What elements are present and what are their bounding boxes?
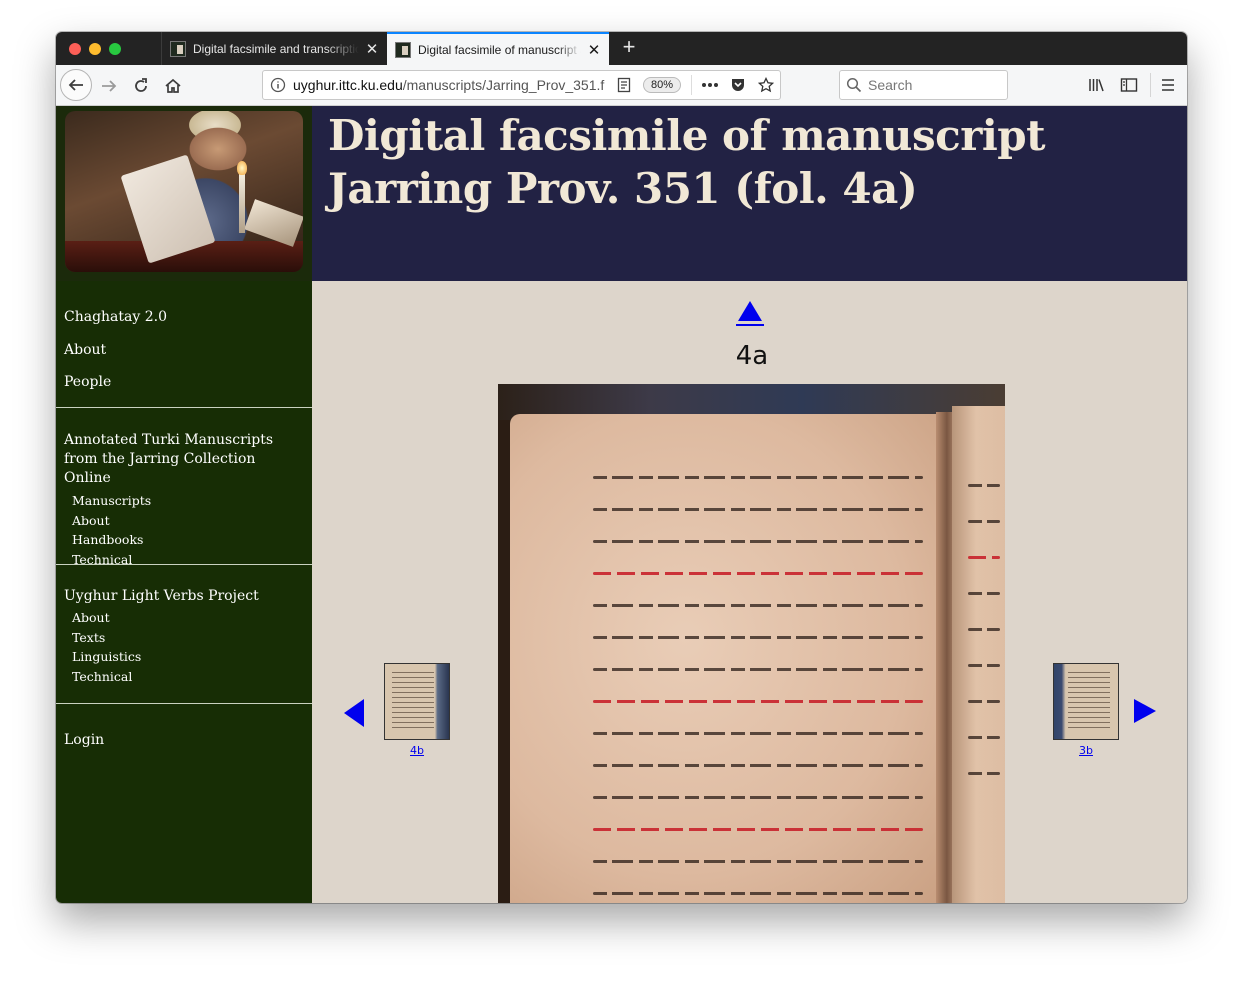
home-button[interactable] <box>158 71 188 101</box>
new-tab-button[interactable]: + <box>618 36 640 60</box>
close-tab-icon[interactable]: ✕ <box>365 40 379 58</box>
sidebar-section-chaghatay: Chaghatay 2.0 About People <box>56 281 312 408</box>
tab-facsimile[interactable]: Digital facsimile of manuscript J ✕ <box>387 32 609 65</box>
sidebar-section-jarring: Annotated Turki Manuscripts from the Jar… <box>56 408 312 567</box>
library-icon <box>1089 79 1104 92</box>
sidebar-toggle-button[interactable] <box>1115 71 1143 99</box>
close-tab-icon[interactable]: ✕ <box>587 41 601 59</box>
sidebar-link-uyghur-about[interactable]: About <box>64 608 304 628</box>
tab-strip: Digital facsimile and transcriptio ✕ Dig… <box>56 32 1187 65</box>
sidebar-heading-uyghur[interactable]: Uyghur Light Verbs Project <box>64 587 304 606</box>
link-underline <box>736 324 764 326</box>
sidebar-link-manuscripts[interactable]: Manuscripts <box>64 491 304 511</box>
sidebar-icon <box>1120 78 1138 92</box>
page-title: Digital facsimile of manuscript Jarring … <box>328 111 1046 213</box>
sidebar-section-uyghur: Uyghur Light Verbs Project About Texts L… <box>56 565 312 704</box>
sidebar-link-login[interactable]: Login <box>64 732 304 748</box>
next-folio-thumbnail[interactable] <box>1053 663 1119 740</box>
page-actions-icon[interactable] <box>696 82 724 88</box>
toolbar-separator <box>1150 73 1151 97</box>
reader-view-icon[interactable] <box>611 77 637 93</box>
url-host: uyghur.ittc.ku.edu <box>293 77 403 93</box>
sidebar-link-texts[interactable]: Texts <box>64 628 304 648</box>
arrow-left-icon <box>68 79 83 91</box>
site-info-icon[interactable] <box>263 77 293 93</box>
tab-title: Digital facsimile and transcriptio <box>193 41 359 56</box>
forward-button[interactable] <box>94 71 124 101</box>
zoom-window-button[interactable] <box>109 43 121 55</box>
sidebar-heading-jarring[interactable]: Annotated Turki Manuscripts from the Jar… <box>64 431 304 488</box>
folio-label: 4a <box>735 341 769 371</box>
previous-folio-arrow-icon[interactable] <box>344 699 364 727</box>
next-folio-arrow-icon[interactable] <box>1134 699 1156 723</box>
sidebar-link-linguistics[interactable]: Linguistics <box>64 647 304 667</box>
url-bar[interactable]: uyghur.ittc.ku.edu/manuscripts/Jarring_P… <box>262 70 781 100</box>
url-text[interactable]: uyghur.ittc.ku.edu/manuscripts/Jarring_P… <box>293 77 611 93</box>
search-placeholder: Search <box>868 77 913 93</box>
up-to-index-button[interactable] <box>736 301 764 327</box>
nav-toolbar: uyghur.ittc.ku.edu/manuscripts/Jarring_P… <box>56 65 1187 106</box>
sidebar-link-handbooks[interactable]: Handbooks <box>64 530 304 550</box>
previous-folio-link[interactable]: 4b <box>397 744 437 757</box>
sidebar-link-jarring-about[interactable]: About <box>64 511 304 531</box>
back-button[interactable] <box>60 69 92 101</box>
manuscript-text-lines <box>593 476 923 903</box>
title-banner: Digital facsimile of manuscript Jarring … <box>312 106 1187 281</box>
manuscript-page-image[interactable] <box>498 384 1005 903</box>
close-window-button[interactable] <box>69 43 81 55</box>
facing-page-text-lines <box>968 484 1000 808</box>
sidebar-link-chaghatay[interactable]: Chaghatay 2.0 <box>64 309 304 342</box>
bookmark-star-icon[interactable] <box>752 77 780 93</box>
site-favicon-icon <box>395 41 411 58</box>
url-path: /manuscripts/Jarring_Prov_351.f <box>402 77 605 93</box>
arrow-right-icon <box>102 80 117 92</box>
pocket-icon[interactable] <box>724 77 752 93</box>
hamburger-menu-icon <box>1162 79 1174 91</box>
header-portrait-panel <box>56 106 312 281</box>
sidebar-nav: Chaghatay 2.0 About People Annotated Tur… <box>56 281 312 903</box>
scholar-portrait-image <box>65 111 303 272</box>
facsimile-viewer: 4a 4b 3b <box>312 281 1187 903</box>
home-icon <box>165 78 181 93</box>
sidebar-link-about[interactable]: About <box>64 342 304 375</box>
previous-folio-thumbnail[interactable] <box>384 663 450 740</box>
search-bar[interactable]: Search <box>839 70 1008 100</box>
sidebar-section-login: Login <box>56 704 312 748</box>
tab-title: Digital facsimile of manuscript J <box>418 42 581 57</box>
web-page: Digital facsimile of manuscript Jarring … <box>56 106 1187 903</box>
triangle-up-icon <box>738 301 762 321</box>
reload-icon <box>135 78 147 92</box>
zoom-level-badge[interactable]: 80% <box>642 77 681 93</box>
tab-transcription[interactable]: Digital facsimile and transcriptio ✕ <box>161 32 387 65</box>
sidebar-link-people[interactable]: People <box>64 374 304 407</box>
browser-window: Digital facsimile and transcriptio ✕ Dig… <box>56 32 1187 903</box>
sidebar-link-uyghur-technical[interactable]: Technical <box>64 667 304 687</box>
url-separator <box>691 75 692 95</box>
library-button[interactable] <box>1083 71 1111 99</box>
menu-button[interactable] <box>1154 71 1182 99</box>
reload-button[interactable] <box>126 71 156 101</box>
site-favicon-icon <box>170 40 186 57</box>
search-icon <box>840 77 868 93</box>
minimize-window-button[interactable] <box>89 43 101 55</box>
next-folio-link[interactable]: 3b <box>1066 744 1106 757</box>
